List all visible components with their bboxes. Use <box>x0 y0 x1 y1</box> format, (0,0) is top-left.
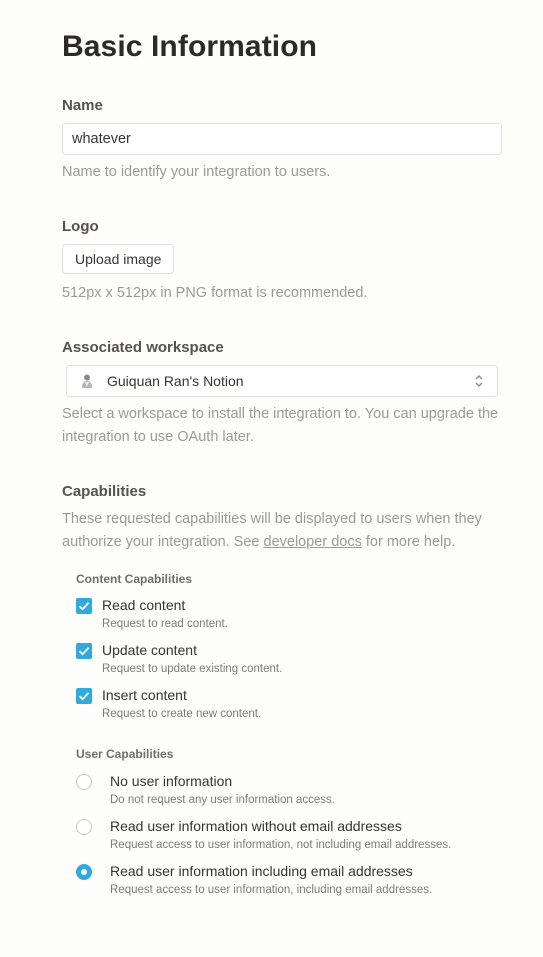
workspace-select[interactable]: Guiquan Ran's Notion <box>66 365 498 397</box>
logo-label: Logo <box>62 218 99 235</box>
name-label: Name <box>62 97 103 114</box>
workspace-label: Associated workspace <box>62 339 224 356</box>
page-title: Basic Information <box>62 30 318 63</box>
user-info-no-email-desc: Request access to user information, not … <box>110 839 452 851</box>
no-user-info-label: No user information <box>110 773 233 789</box>
workspace-avatar-icon <box>79 373 95 389</box>
logo-help: 512px x 512px in PNG format is recommend… <box>62 285 368 301</box>
user-capabilities-heading: User Capabilities <box>76 747 174 761</box>
upload-image-button[interactable]: Upload image <box>62 244 175 274</box>
workspace-select-value: Guiquan Ran's Notion <box>107 373 244 389</box>
user-info-no-email-label: Read user information without email addr… <box>110 818 402 834</box>
chevron-up-down-icon <box>473 373 485 389</box>
user-info-with-email-desc: Request access to user information, incl… <box>110 884 433 896</box>
insert-content-desc: Request to create new content. <box>102 708 262 720</box>
user-info-with-email-label: Read user information including email ad… <box>110 863 413 879</box>
checkmark-icon <box>78 602 90 611</box>
developer-docs-link[interactable]: developer docs <box>264 534 362 550</box>
name-input[interactable] <box>63 124 492 154</box>
capabilities-help-suffix: for more help. <box>361 534 456 550</box>
checkmark-icon <box>78 647 90 656</box>
user-info-with-email-radio[interactable] <box>76 864 92 880</box>
no-user-info-desc: Do not request any user information acce… <box>110 794 336 806</box>
capabilities-help: These requested capabilities will be dis… <box>62 508 502 554</box>
insert-content-checkbox[interactable] <box>76 688 92 704</box>
read-content-label: Read content <box>102 597 186 613</box>
no-user-info-radio[interactable] <box>76 774 92 790</box>
read-content-desc: Request to read content. <box>102 618 228 630</box>
capabilities-label: Capabilities <box>62 483 147 500</box>
update-content-desc: Request to update existing content. <box>102 663 283 675</box>
read-content-checkbox[interactable] <box>76 598 92 614</box>
name-help: Name to identify your integration to use… <box>62 164 331 180</box>
content-capabilities-heading: Content Capabilities <box>76 572 193 586</box>
insert-content-label: Insert content <box>102 687 187 703</box>
user-info-no-email-radio[interactable] <box>76 819 92 835</box>
name-field-box[interactable] <box>62 123 502 155</box>
update-content-label: Update content <box>102 642 197 658</box>
workspace-help: Select a workspace to install the integr… <box>62 406 499 445</box>
update-content-checkbox[interactable] <box>76 643 92 659</box>
checkmark-icon <box>78 692 90 701</box>
